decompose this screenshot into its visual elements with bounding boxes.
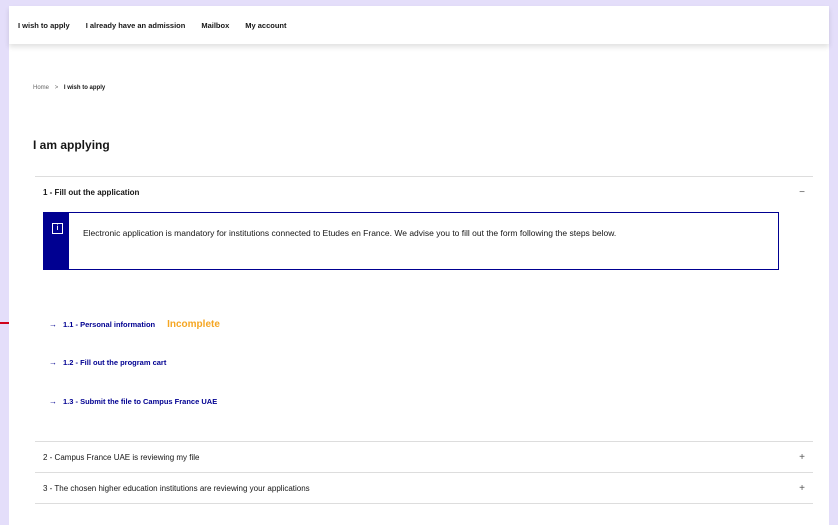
info-notice-bar: i — [44, 213, 69, 269]
step-program-cart[interactable]: → 1.2 - Fill out the program cart — [49, 358, 166, 367]
step-label[interactable]: 1.1 - Personal information — [63, 320, 155, 329]
info-notice: i Electronic application is mandatory fo… — [43, 212, 779, 270]
status-incomplete-badge: Incomplete — [167, 319, 220, 330]
nav-item-apply[interactable]: I wish to apply — [18, 21, 70, 30]
accordion-section-1: 1 - Fill out the application − — [35, 176, 813, 207]
nav-item-admission[interactable]: I already have an admission — [86, 21, 186, 30]
arrow-right-icon: → — [49, 358, 57, 367]
expand-icon[interactable]: + — [799, 452, 805, 463]
arrow-right-icon: → — [49, 320, 57, 329]
arrow-right-icon: → — [49, 397, 57, 406]
breadcrumb: Home > I wish to apply — [33, 85, 105, 91]
collapse-icon[interactable]: − — [799, 187, 805, 198]
step-label[interactable]: 1.3 - Submit the file to Campus France U… — [63, 397, 217, 406]
accordion-section-2: 2 - Campus France UAE is reviewing my fi… — [35, 441, 813, 472]
page-title: I am applying — [33, 138, 110, 152]
page-frame: I wish to apply I already have an admiss… — [9, 6, 829, 525]
nav-item-account[interactable]: My account — [245, 21, 286, 30]
accordion-header-1[interactable]: 1 - Fill out the application − — [35, 177, 813, 207]
top-navigation: I wish to apply I already have an admiss… — [9, 6, 829, 44]
breadcrumb-home[interactable]: Home — [33, 85, 49, 91]
step-label[interactable]: 1.2 - Fill out the program cart — [63, 358, 166, 367]
accordion-title-1: 1 - Fill out the application — [43, 187, 140, 197]
step-submit-file[interactable]: → 1.3 - Submit the file to Campus France… — [49, 397, 217, 406]
expand-icon[interactable]: + — [799, 483, 805, 494]
step-personal-information[interactable]: → 1.1 - Personal information Incomplete — [49, 319, 220, 330]
info-icon: i — [52, 223, 63, 234]
accordion-section-3: 3 - The chosen higher education institut… — [35, 472, 813, 504]
breadcrumb-current: I wish to apply — [63, 85, 106, 91]
nav-item-mailbox[interactable]: Mailbox — [201, 21, 229, 30]
breadcrumb-separator: > — [54, 85, 59, 91]
accordion-title-3: 3 - The chosen higher education institut… — [43, 483, 310, 493]
accordion-header-2[interactable]: 2 - Campus France UAE is reviewing my fi… — [35, 442, 813, 472]
info-notice-text: Electronic application is mandatory for … — [83, 228, 617, 238]
accordion-header-3[interactable]: 3 - The chosen higher education institut… — [35, 473, 813, 503]
accordion-title-2: 2 - Campus France UAE is reviewing my fi… — [43, 452, 200, 462]
